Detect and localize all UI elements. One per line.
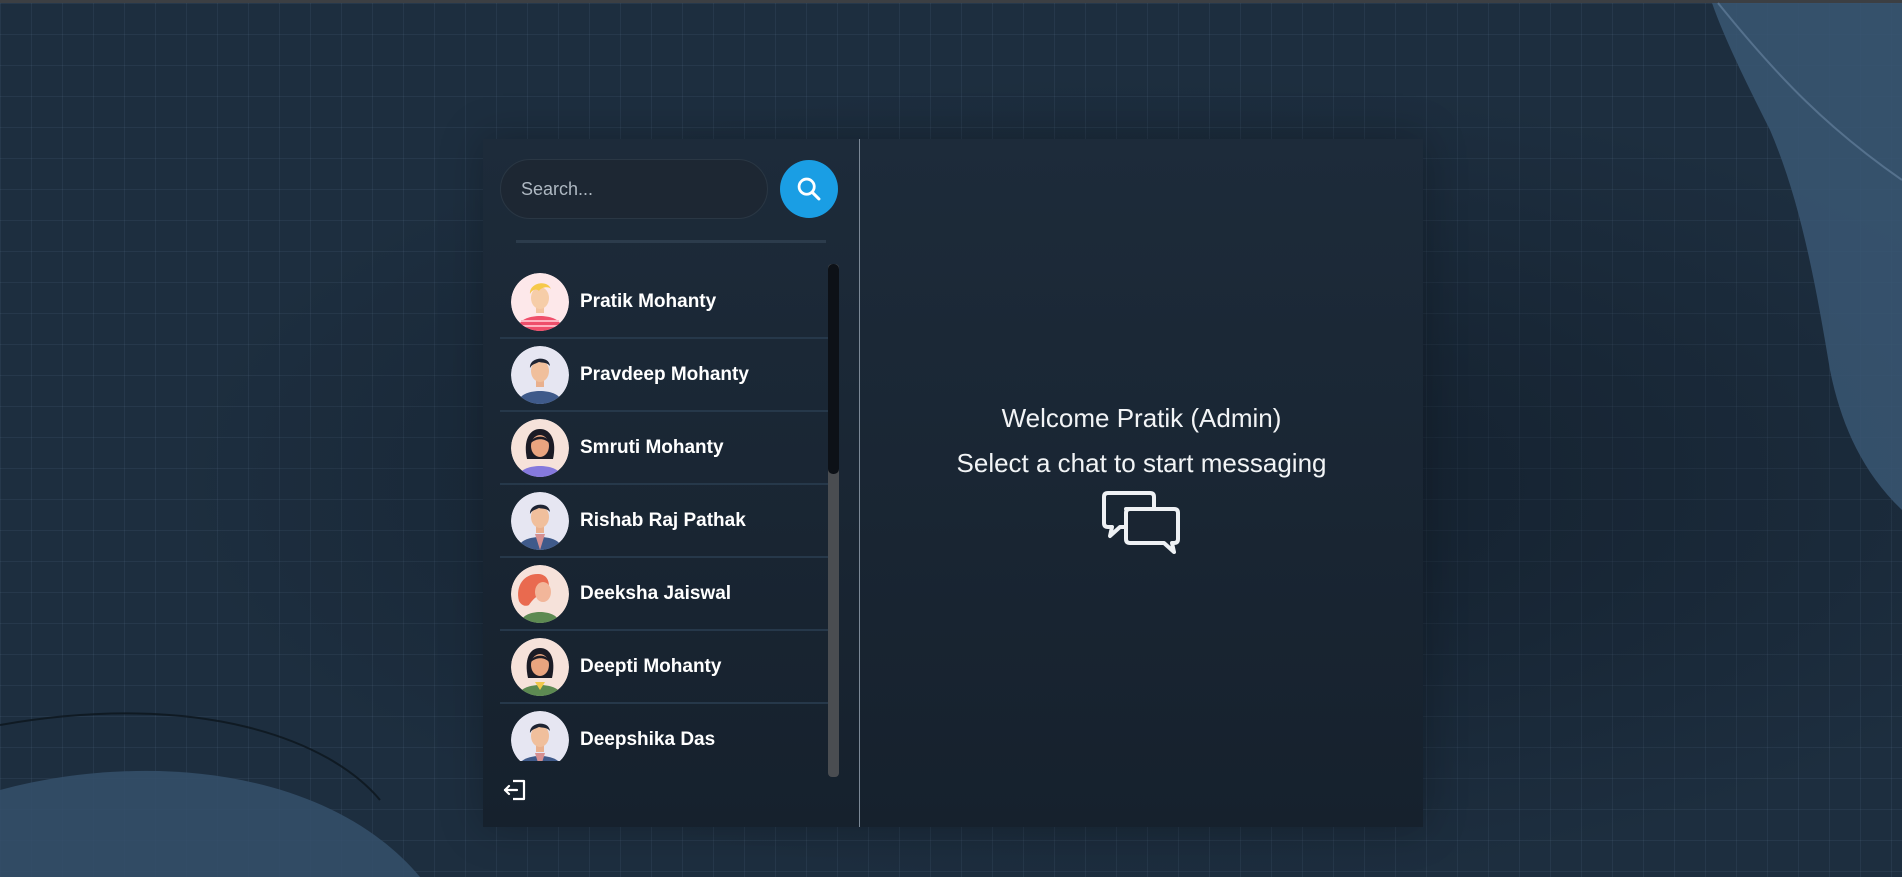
user-list-item[interactable]: Pravdeep Mohanty bbox=[500, 339, 830, 412]
user-list-item[interactable]: Deepshika Das bbox=[500, 704, 830, 761]
avatar-dark-hair-woman-icon bbox=[511, 418, 569, 477]
user-list: Pratik Mohanty Pravdeep Mohanty Smruti M… bbox=[500, 266, 830, 761]
chat-card: Pratik Mohanty Pravdeep Mohanty bbox=[483, 139, 1423, 827]
search-separator bbox=[516, 240, 826, 243]
user-list-scrollbar[interactable] bbox=[828, 264, 839, 777]
welcome-subtitle: Select a chat to start messaging bbox=[956, 448, 1327, 478]
user-list-item[interactable]: Deeksha Jaiswal bbox=[500, 558, 830, 631]
user-name: Deepshika Das bbox=[580, 728, 716, 750]
user-name: Deeksha Jaiswal bbox=[580, 582, 732, 604]
logout-icon[interactable] bbox=[502, 777, 528, 803]
welcome-title: Welcome Pratik (Admin) bbox=[1001, 403, 1282, 433]
search-input[interactable] bbox=[500, 159, 768, 219]
search-icon bbox=[797, 177, 821, 201]
user-list-item[interactable]: Pratik Mohanty bbox=[500, 266, 830, 339]
search-button[interactable] bbox=[780, 160, 838, 218]
avatar-dark-hair-man-icon bbox=[511, 345, 569, 404]
user-name: Rishab Raj Pathak bbox=[580, 509, 746, 531]
user-name: Pratik Mohanty bbox=[580, 290, 717, 312]
avatar-blond-man-icon bbox=[511, 272, 569, 331]
avatar-dark-hair-man-icon bbox=[511, 491, 569, 550]
user-list-item[interactable]: Deepti Mohanty bbox=[500, 631, 830, 704]
welcome-panel: Welcome Pratik (Admin) Select a chat to … bbox=[860, 402, 1423, 560]
user-list-item[interactable]: Smruti Mohanty bbox=[500, 412, 830, 485]
sidebar: Pratik Mohanty Pravdeep Mohanty bbox=[483, 139, 860, 827]
avatar-red-hair-woman-icon bbox=[511, 564, 569, 623]
user-name: Deepti Mohanty bbox=[580, 655, 722, 677]
user-name: Smruti Mohanty bbox=[580, 436, 724, 458]
user-list-item[interactable]: Rishab Raj Pathak bbox=[500, 485, 830, 558]
user-name: Pravdeep Mohanty bbox=[580, 363, 749, 385]
avatar-dark-hair-man-icon bbox=[511, 710, 569, 761]
scrollbar-thumb[interactable] bbox=[828, 264, 839, 474]
avatar-dark-hair-woman-icon bbox=[511, 637, 569, 696]
chat-bubbles-icon bbox=[860, 489, 1423, 560]
